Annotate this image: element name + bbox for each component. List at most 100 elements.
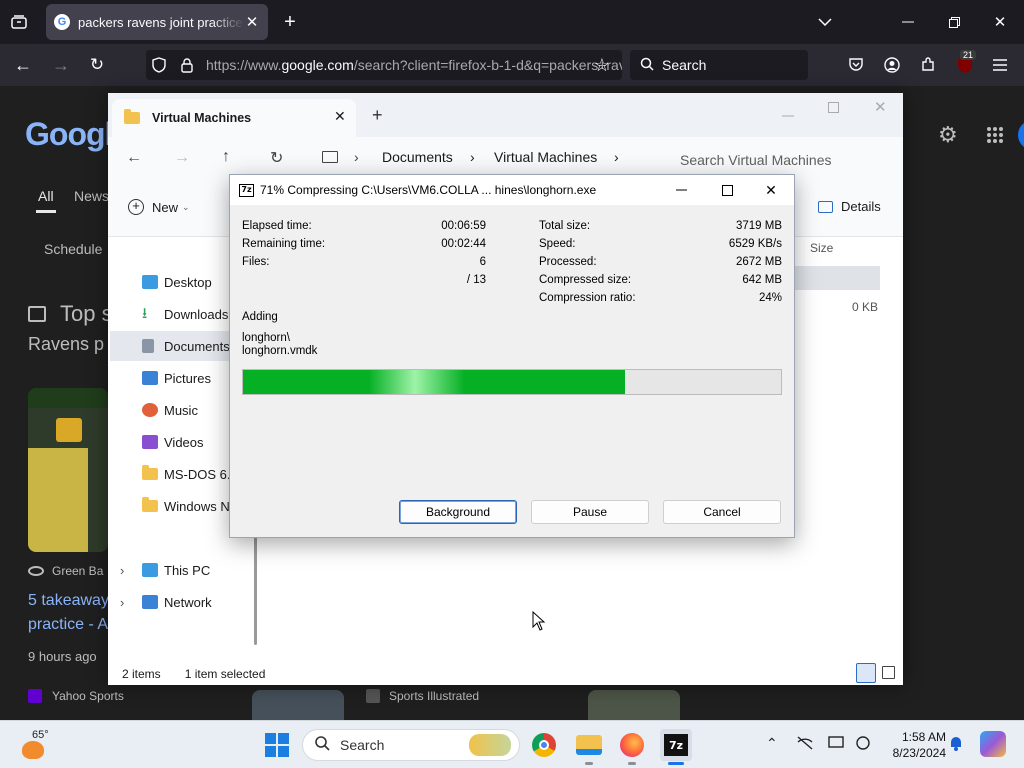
- restore-icon[interactable]: [944, 12, 964, 32]
- background-button[interactable]: Background: [399, 500, 517, 524]
- breadcrumb-virtual-machines[interactable]: Virtual Machines: [494, 149, 597, 165]
- details-button[interactable]: Details: [818, 199, 881, 214]
- breadcrumb-documents[interactable]: Documents: [382, 149, 453, 165]
- progress-fill: [243, 370, 625, 394]
- weather-widget[interactable]: 65°: [20, 729, 80, 763]
- news-thumbnail-3[interactable]: [588, 690, 680, 720]
- details-pane-icon: [818, 200, 833, 213]
- extensions-icon[interactable]: [918, 55, 938, 75]
- google-tab-all[interactable]: All: [38, 188, 54, 204]
- compression-ratio-label: Compression ratio:: [539, 292, 636, 304]
- close-window-icon[interactable]: ✕: [990, 12, 1010, 32]
- speed-value: 6529 KB/s: [728, 238, 782, 250]
- new-tab-icon[interactable]: +: [280, 11, 300, 33]
- tiles-view-icon[interactable]: [882, 666, 895, 679]
- maximize-icon[interactable]: [828, 101, 842, 115]
- details-button-label: Details: [841, 199, 881, 214]
- files-value: 6: [479, 256, 486, 268]
- refresh-icon[interactable]: ↻: [270, 148, 283, 168]
- url-bar[interactable]: https://www. google.com/search?client=fir…: [146, 50, 622, 80]
- ublock-extension-icon[interactable]: 21: [954, 50, 977, 76]
- new-tab-icon[interactable]: +: [372, 105, 383, 126]
- minimize-icon[interactable]: [898, 12, 918, 32]
- close-tab-icon[interactable]: ✕: [244, 13, 260, 31]
- back-icon[interactable]: ←: [12, 54, 34, 76]
- news-thumbnail-2[interactable]: [252, 690, 344, 720]
- adding-label: Adding: [242, 311, 278, 323]
- browser-tab-active[interactable]: G packers ravens joint practice - Google…: [46, 4, 268, 40]
- chrome-taskbar-icon[interactable]: [528, 729, 560, 761]
- minimize-icon[interactable]: [782, 105, 796, 119]
- maximize-icon[interactable]: [704, 175, 750, 205]
- display-icon[interactable]: [828, 735, 846, 754]
- nav-scrollbar[interactable]: [254, 537, 257, 645]
- accessibility-icon[interactable]: [854, 735, 872, 754]
- news-thumbnail[interactable]: [28, 388, 108, 552]
- start-button-icon[interactable]: [265, 733, 289, 757]
- bookmark-star-icon[interactable]: ☆: [592, 55, 612, 75]
- menu-icon[interactable]: [990, 55, 1010, 75]
- 7zip-taskbar-icon[interactable]: 7z: [660, 729, 692, 765]
- dialog-title: 71% Compressing C:\Users\VM6.COLLA ... h…: [260, 183, 597, 197]
- google-si-source: Sports Illustrated: [389, 689, 480, 703]
- pause-button[interactable]: Pause: [531, 500, 649, 524]
- account-icon[interactable]: [882, 55, 902, 75]
- running-indicator-active: [668, 762, 684, 765]
- taskbar-search-box[interactable]: Search: [302, 729, 520, 761]
- google-headline[interactable]: 5 takeaway: [28, 592, 109, 610]
- clock-time: 1:58 AM: [901, 730, 946, 744]
- google-chip-schedule[interactable]: Schedule: [44, 241, 102, 257]
- google-headline-line2[interactable]: practice - A: [28, 616, 108, 634]
- forward-icon[interactable]: →: [50, 54, 72, 76]
- cancel-button[interactable]: Cancel: [663, 500, 781, 524]
- current-file: longhorn.vmdk: [242, 345, 318, 357]
- weather-sun-icon: [22, 741, 44, 759]
- minimize-icon[interactable]: [658, 175, 704, 205]
- desktop-icon: [142, 275, 158, 289]
- explorer-search-placeholder: Search Virtual Machines: [680, 152, 832, 168]
- up-icon[interactable]: ↑: [222, 148, 230, 166]
- lock-icon[interactable]: [178, 56, 196, 74]
- shield-icon[interactable]: [150, 56, 168, 74]
- new-button-label: New: [152, 199, 179, 215]
- notification-bell-icon[interactable]: [948, 734, 964, 755]
- apps-grid-icon[interactable]: [986, 126, 1004, 144]
- folder-icon: [142, 497, 158, 512]
- nav-network[interactable]: Network: [110, 587, 255, 617]
- copilot-icon[interactable]: [980, 731, 1006, 757]
- tab-list-icon[interactable]: [8, 12, 30, 32]
- taskbar-search-label: Search: [340, 737, 385, 753]
- nav-this-pc[interactable]: This PC: [110, 555, 255, 585]
- close-dialog-icon[interactable]: ✕: [748, 175, 794, 205]
- explorer-search-box[interactable]: Search Virtual Machines: [670, 142, 900, 178]
- explorer-tab[interactable]: Virtual Machines ✕: [112, 99, 356, 137]
- pocket-icon[interactable]: [846, 55, 866, 75]
- music-icon: [142, 403, 158, 417]
- close-tab-icon[interactable]: ✕: [334, 108, 346, 125]
- browser-tab-bar: G packers ravens joint practice - Google…: [0, 0, 1024, 44]
- details-view-icon[interactable]: [856, 663, 876, 683]
- folder-icon: [142, 465, 158, 480]
- compression-ratio-value: 24%: [758, 292, 782, 304]
- network-off-icon[interactable]: [796, 735, 814, 754]
- nav-label: Downloads: [164, 306, 229, 322]
- back-icon[interactable]: ←: [126, 149, 142, 167]
- new-button[interactable]: + New ⌄: [128, 199, 190, 215]
- taskbar-clock[interactable]: 1:58 AM 8/23/2024: [880, 729, 946, 761]
- column-header-size[interactable]: Size: [810, 241, 833, 255]
- close-window-icon[interactable]: ✕: [874, 98, 887, 116]
- show-hidden-icons-chevron-icon[interactable]: ⌃: [766, 735, 778, 752]
- gear-icon[interactable]: ⚙: [938, 124, 960, 146]
- file-explorer-taskbar-icon[interactable]: [573, 729, 605, 765]
- reload-icon[interactable]: ↻: [86, 54, 108, 76]
- forward-icon[interactable]: →: [174, 149, 190, 167]
- firefox-taskbar-icon[interactable]: [616, 729, 648, 765]
- videos-icon: [142, 435, 158, 449]
- selected-row[interactable]: [794, 266, 880, 290]
- google-tab-news[interactable]: News: [74, 188, 109, 204]
- profile-avatar[interactable]: [1018, 120, 1024, 150]
- yahoo-icon: [28, 689, 42, 703]
- browser-search-box[interactable]: Search: [630, 50, 808, 80]
- chevron-down-icon[interactable]: [815, 12, 835, 32]
- google-yahoo-source: Yahoo Sports: [52, 689, 124, 703]
